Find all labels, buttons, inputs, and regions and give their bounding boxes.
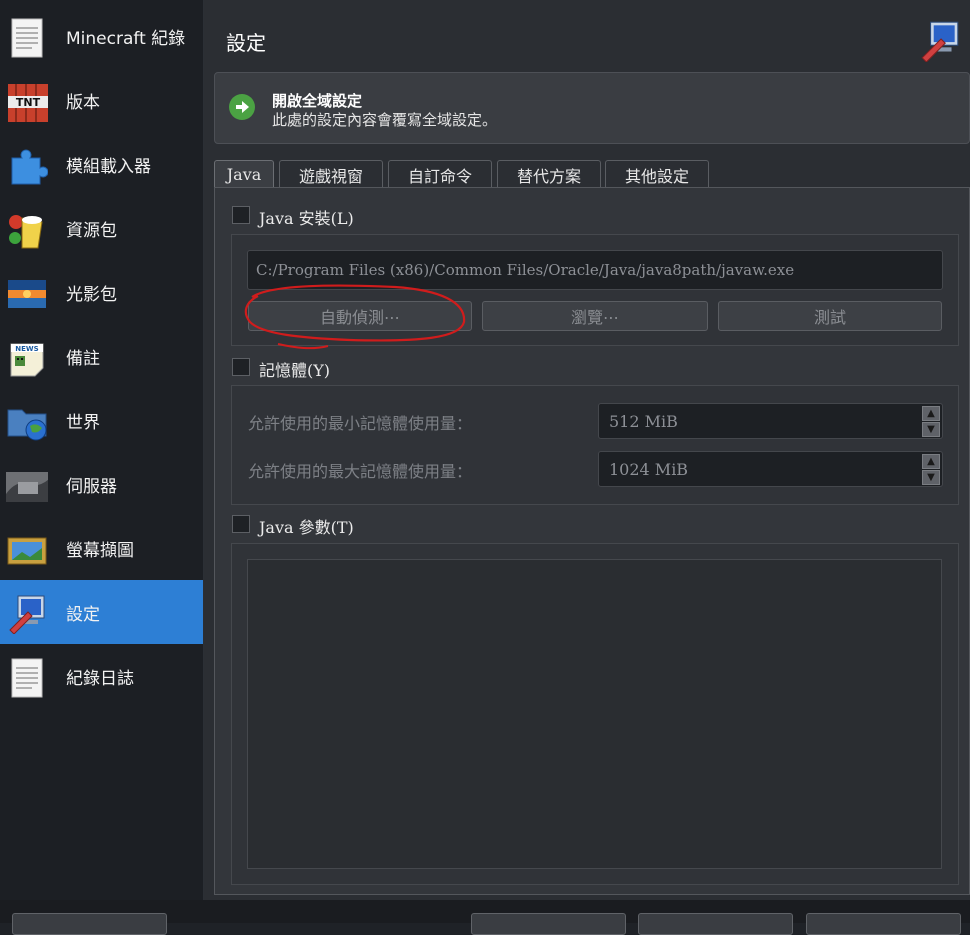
settings-computer-icon bbox=[9, 595, 45, 634]
tab-misc[interactable]: 其他設定 bbox=[605, 160, 709, 188]
tab-game-window[interactable]: 遊戲視窗 bbox=[279, 160, 383, 188]
footer-button[interactable] bbox=[638, 913, 793, 935]
auto-detect-button[interactable]: 自動偵測⋯ bbox=[248, 301, 472, 331]
sidebar-item-log[interactable]: 紀錄日誌 bbox=[0, 644, 203, 708]
sidebar-item-label: 螢幕擷圖 bbox=[66, 540, 134, 561]
java-path-field[interactable]: C:/Program Files (x86)/Common Files/Orac… bbox=[247, 250, 943, 290]
java-args-checkbox[interactable] bbox=[232, 515, 250, 533]
java-args-title: Java 參數(T) bbox=[259, 518, 354, 537]
page-title: 設定 bbox=[226, 31, 266, 55]
sidebar: Minecraft 紀錄 TNT 版本 模組載入器 資源包 光影包 NEWS 備… bbox=[0, 0, 204, 900]
sidebar-item-minecraft-log[interactable]: Minecraft 紀錄 bbox=[0, 4, 203, 68]
banner-subtitle: 此處的設定內容會覆寫全域設定。 bbox=[272, 111, 498, 129]
max-memory-value: 1024 MiB bbox=[609, 460, 689, 479]
footer-button[interactable] bbox=[806, 913, 961, 935]
log-document-icon bbox=[11, 658, 43, 698]
sidebar-item-label: 備註 bbox=[66, 348, 100, 369]
sidebar-item-settings[interactable]: 設定 bbox=[0, 580, 203, 644]
min-memory-value: 512 MiB bbox=[609, 412, 678, 431]
test-button[interactable]: 測試 bbox=[718, 301, 942, 331]
java-install-title: Java 安裝(L) bbox=[259, 209, 354, 228]
sidebar-item-servers[interactable]: 伺服器 bbox=[0, 452, 203, 516]
tab-java[interactable]: Java bbox=[214, 160, 274, 188]
max-memory-spinner[interactable]: 1024 MiB ▲ ▼ bbox=[598, 451, 943, 487]
sidebar-item-shader-packs[interactable]: 光影包 bbox=[0, 260, 203, 324]
sidebar-item-mod-loader[interactable]: 模組載入器 bbox=[0, 132, 203, 196]
browse-button[interactable]: 瀏覽⋯ bbox=[482, 301, 708, 331]
sidebar-item-resource-packs[interactable]: 資源包 bbox=[0, 196, 203, 260]
sidebar-item-versions[interactable]: TNT 版本 bbox=[0, 68, 203, 132]
spin-up-icon[interactable]: ▲ bbox=[922, 406, 940, 421]
server-icon bbox=[6, 472, 48, 502]
settings-computer-icon bbox=[921, 21, 959, 62]
sidebar-item-label: 伺服器 bbox=[66, 476, 117, 497]
sidebar-item-label: Minecraft 紀錄 bbox=[66, 28, 186, 49]
sunset-icon bbox=[8, 280, 46, 308]
document-icon bbox=[11, 18, 43, 58]
sidebar-item-label: 設定 bbox=[66, 604, 100, 625]
sidebar-item-label: 版本 bbox=[66, 92, 100, 113]
svg-text:TNT: TNT bbox=[16, 96, 41, 109]
min-memory-label: 允許使用的最小記憶體使用量： bbox=[248, 414, 473, 433]
sidebar-item-label: 光影包 bbox=[66, 284, 117, 305]
sidebar-item-label: 紀錄日誌 bbox=[66, 668, 134, 689]
sidebar-item-notes[interactable]: NEWS 備註 bbox=[0, 324, 203, 388]
puzzle-icon bbox=[11, 149, 48, 185]
max-memory-label: 允許使用的最大記憶體使用量： bbox=[248, 462, 473, 481]
sidebar-item-label: 世界 bbox=[66, 412, 100, 433]
memory-title: 記憶體(Y) bbox=[259, 361, 331, 380]
sidebar-item-label: 模組載入器 bbox=[66, 156, 151, 177]
arrow-right-icon bbox=[229, 94, 255, 120]
globe-folder-icon bbox=[7, 409, 47, 441]
tab-custom-commands[interactable]: 自訂命令 bbox=[388, 160, 492, 188]
sidebar-item-label: 資源包 bbox=[66, 220, 117, 241]
java-install-checkbox[interactable] bbox=[232, 206, 250, 224]
sidebar-item-worlds[interactable]: 世界 bbox=[0, 388, 203, 452]
memory-checkbox[interactable] bbox=[232, 358, 250, 376]
footer-button[interactable] bbox=[471, 913, 626, 935]
paint-bucket-icon bbox=[9, 215, 43, 249]
tab-workarounds[interactable]: 替代方案 bbox=[497, 160, 601, 188]
tnt-block-icon: TNT bbox=[8, 84, 48, 122]
banner-title: 開啟全域設定 bbox=[272, 92, 363, 110]
screenshot-icon bbox=[7, 537, 47, 565]
min-memory-spinner[interactable]: 512 MiB ▲ ▼ bbox=[598, 403, 943, 439]
spin-down-icon[interactable]: ▼ bbox=[922, 422, 940, 437]
svg-text:NEWS: NEWS bbox=[15, 345, 38, 353]
spin-down-icon[interactable]: ▼ bbox=[922, 470, 940, 485]
global-settings-banner[interactable]: 開啟全域設定 此處的設定內容會覆寫全域設定。 bbox=[214, 72, 970, 144]
footer-button[interactable] bbox=[12, 913, 167, 935]
news-icon: NEWS bbox=[10, 343, 44, 377]
sidebar-item-screenshots[interactable]: 螢幕擷圖 bbox=[0, 516, 203, 580]
java-args-textarea[interactable] bbox=[247, 559, 942, 869]
spin-up-icon[interactable]: ▲ bbox=[922, 454, 940, 469]
